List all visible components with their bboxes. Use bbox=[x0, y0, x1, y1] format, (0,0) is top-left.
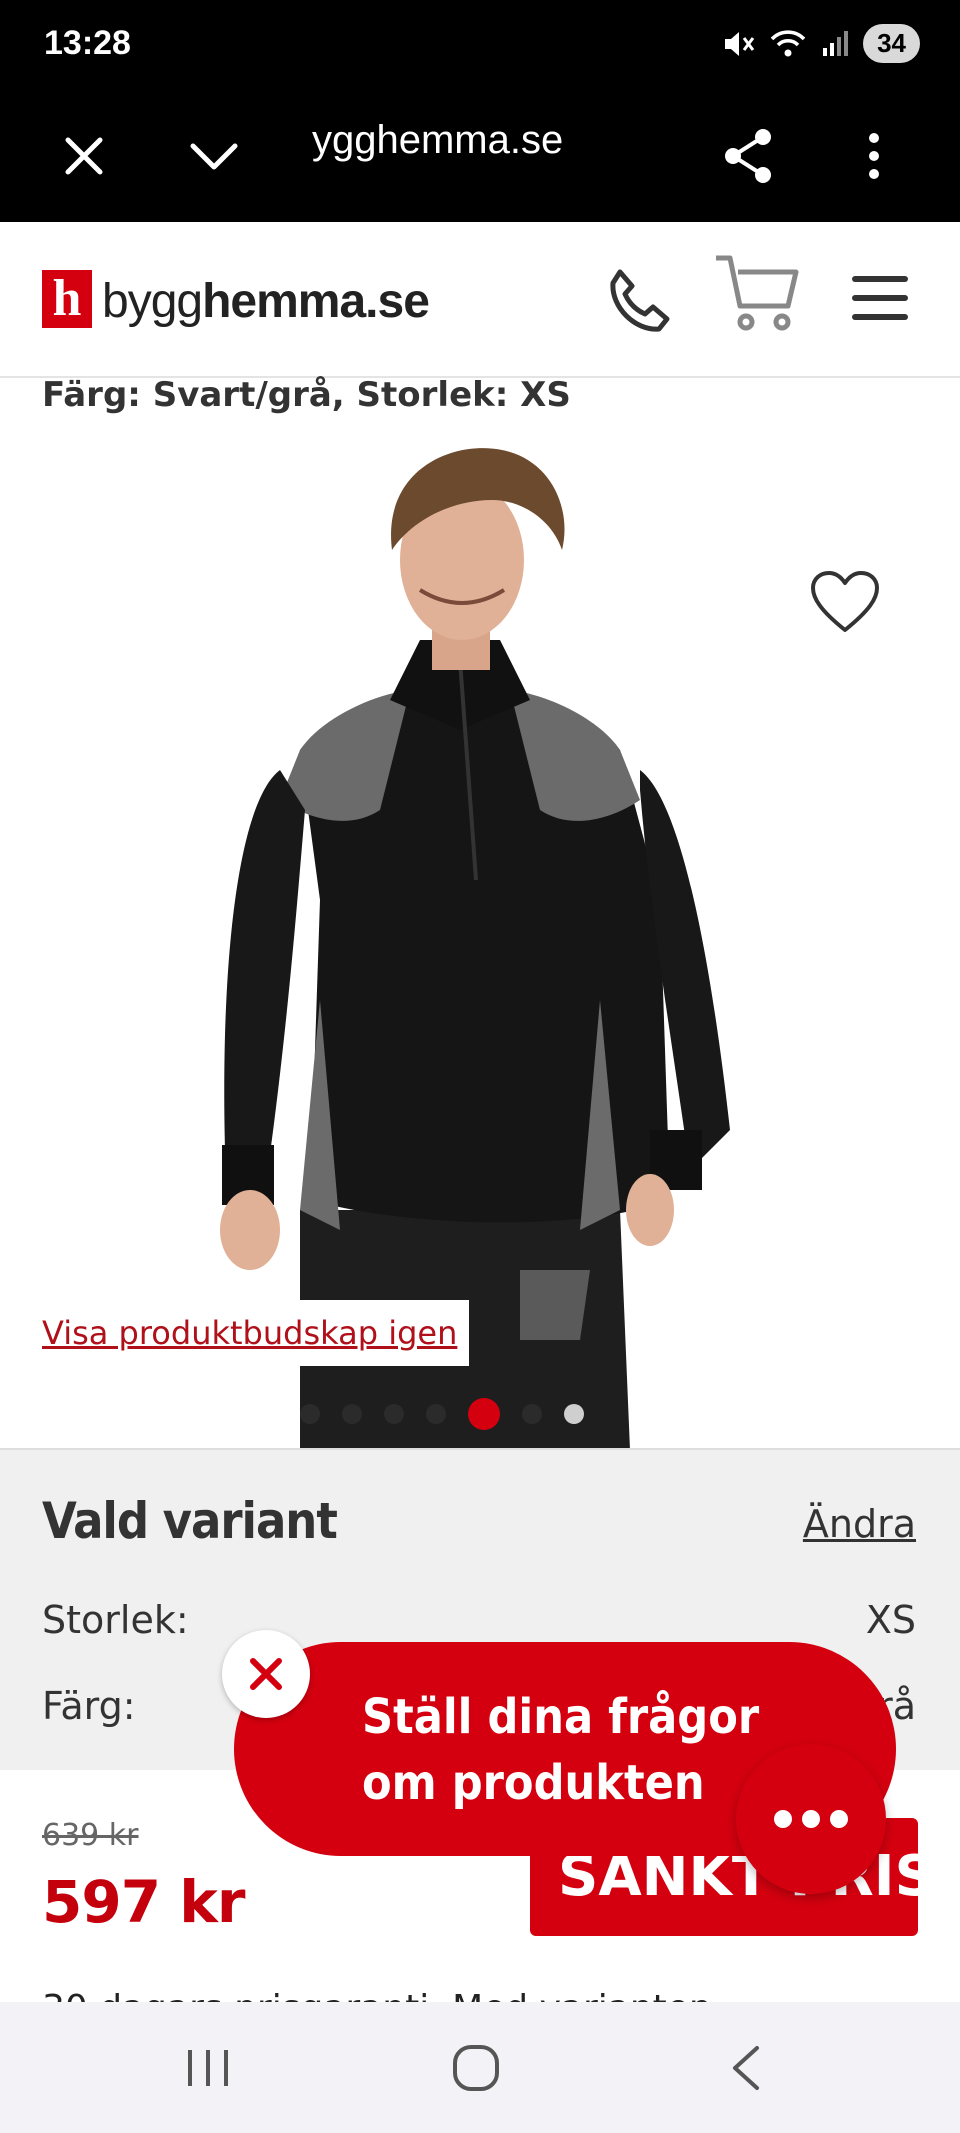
color-label: Färg: bbox=[42, 1684, 136, 1728]
battery-indicator: 34 bbox=[863, 24, 920, 63]
cart-icon bbox=[716, 255, 799, 331]
logo-bold: hemma bbox=[202, 275, 366, 328]
heart-icon bbox=[811, 571, 879, 632]
close-icon bbox=[250, 1658, 282, 1690]
logo-suffix: .se bbox=[365, 275, 430, 328]
status-icons: 34 bbox=[723, 24, 920, 63]
current-price: 597 kr bbox=[42, 1868, 245, 1936]
open-chat-button[interactable] bbox=[736, 1744, 886, 1894]
recent-apps-button[interactable] bbox=[158, 2030, 258, 2106]
change-variant-link[interactable]: Ändra bbox=[803, 1502, 916, 1546]
url-bar[interactable]: ygghemma.se bbox=[312, 118, 563, 163]
signal-icon bbox=[823, 30, 849, 56]
back-icon bbox=[733, 2046, 759, 2090]
pagination-dot[interactable] bbox=[522, 1404, 542, 1424]
pagination-dot[interactable] bbox=[426, 1404, 446, 1424]
phone-icon bbox=[610, 269, 670, 332]
logo-mark[interactable]: h bbox=[42, 270, 92, 328]
variant-summary: Färg: Svart/grå, Storlek: XS bbox=[42, 375, 571, 415]
recent-apps-icon bbox=[188, 2050, 228, 2086]
share-icon bbox=[725, 129, 771, 183]
more-vertical-icon bbox=[869, 133, 879, 179]
status-time: 13:28 bbox=[44, 24, 131, 62]
pagination-dot[interactable] bbox=[564, 1404, 584, 1424]
site-header: h bygghemma.se bbox=[0, 222, 960, 378]
share-button[interactable] bbox=[710, 118, 786, 194]
size-value: XS bbox=[865, 1598, 916, 1642]
size-label: Storlek: bbox=[42, 1598, 189, 1642]
pagination-dot[interactable] bbox=[384, 1404, 404, 1424]
close-icon bbox=[65, 137, 103, 175]
chat-icon-dot bbox=[830, 1810, 848, 1828]
wifi-icon bbox=[770, 29, 806, 56]
chat-icon bbox=[774, 1810, 792, 1828]
show-product-message-link[interactable]: Visa produktbudskap igen bbox=[30, 1300, 470, 1366]
close-chat-prompt-button[interactable] bbox=[222, 1630, 310, 1718]
system-navigation-bar bbox=[0, 2002, 960, 2133]
more-options-button[interactable] bbox=[836, 118, 912, 194]
status-bar: 13:28 34 bbox=[0, 0, 960, 90]
close-tab-button[interactable] bbox=[46, 118, 122, 194]
mute-icon bbox=[725, 31, 755, 56]
original-price: 639 kr bbox=[42, 1818, 139, 1853]
pagination-dot[interactable] bbox=[300, 1404, 320, 1424]
favorite-button[interactable] bbox=[810, 570, 880, 639]
menu-icon bbox=[852, 276, 908, 320]
call-button[interactable] bbox=[604, 266, 674, 341]
site-logo[interactable]: bygghemma.se bbox=[102, 274, 430, 329]
collapse-button[interactable] bbox=[176, 118, 252, 194]
image-pagination bbox=[300, 1398, 584, 1430]
pagination-dot-active[interactable] bbox=[468, 1398, 500, 1430]
chat-prompt-text: Ställ dina frågor om produkten bbox=[362, 1689, 760, 1811]
back-button[interactable] bbox=[696, 2030, 796, 2106]
chat-icon-dot bbox=[802, 1810, 820, 1828]
home-button[interactable] bbox=[426, 2030, 526, 2106]
pagination-dot[interactable] bbox=[342, 1404, 362, 1424]
cart-button[interactable] bbox=[712, 252, 802, 341]
home-icon bbox=[453, 2045, 499, 2091]
logo-prefix: bygg bbox=[102, 275, 203, 328]
menu-button[interactable] bbox=[850, 274, 910, 327]
chevron-down-icon bbox=[190, 143, 238, 170]
variant-panel-title: Vald variant bbox=[42, 1492, 338, 1550]
